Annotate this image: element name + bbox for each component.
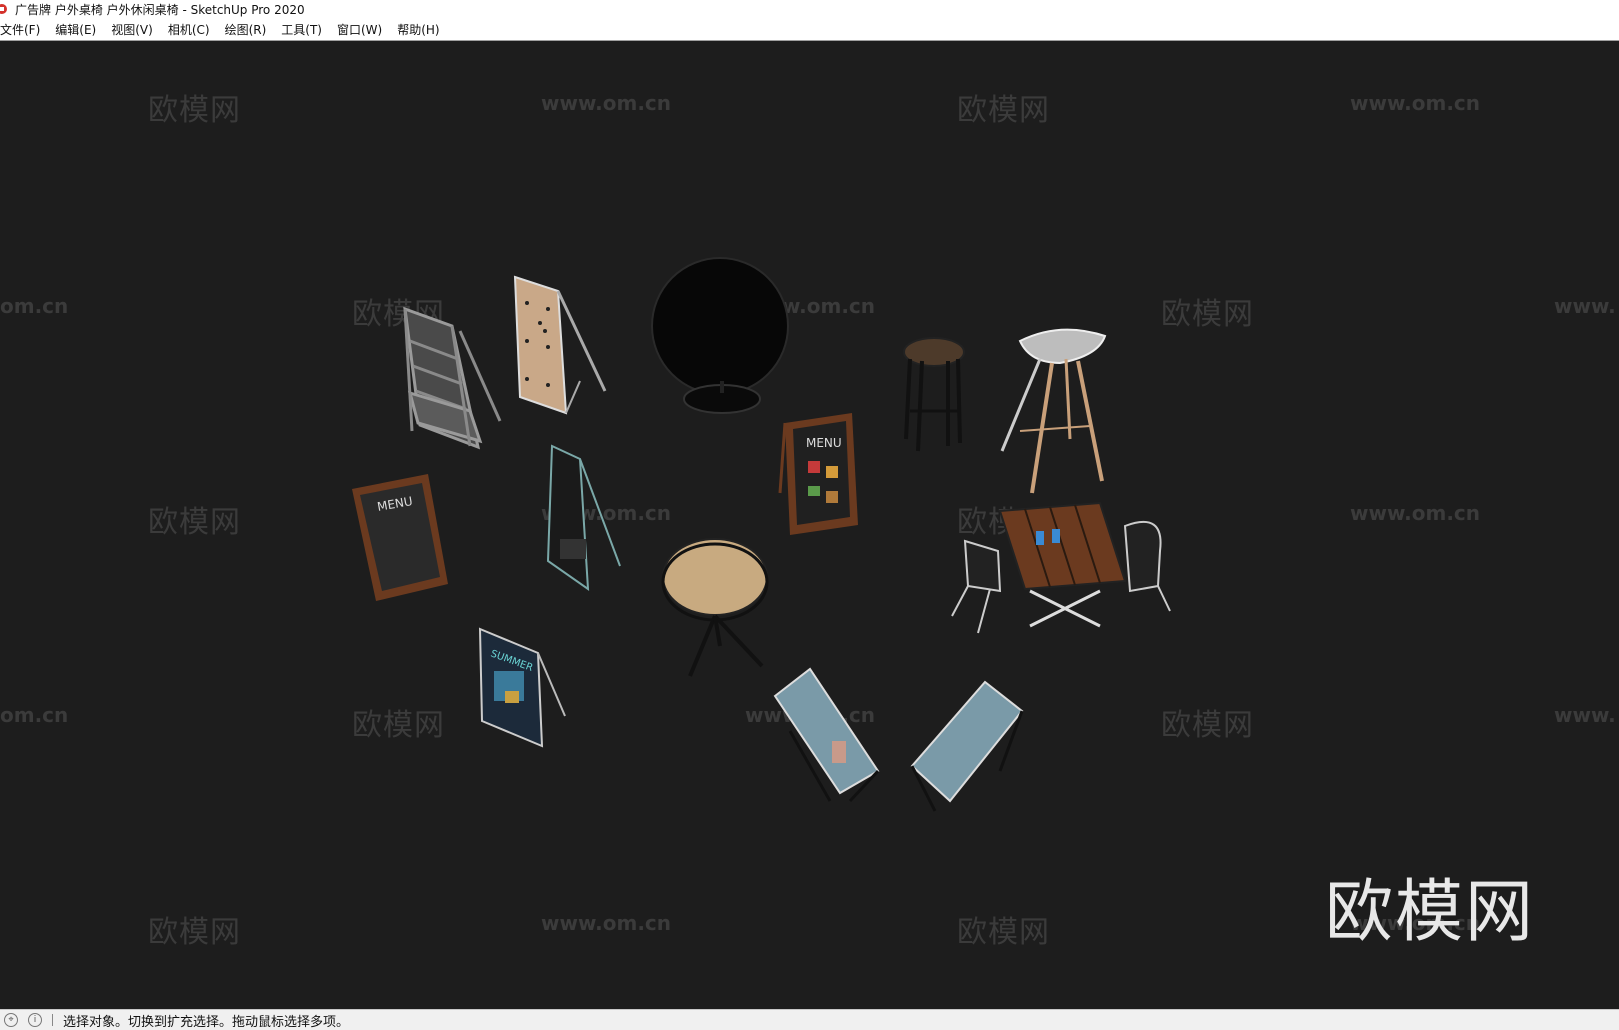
menu-view[interactable]: 视图(V) <box>111 21 160 38</box>
summer-poster-sign[interactable]: SUMMER <box>478 627 566 748</box>
menu-label: MENU <box>806 436 842 450</box>
status-text: 选择对象。切换到扩充选择。拖动鼠标选择多项。 <box>63 1014 350 1030</box>
sketchup-logo-icon <box>0 3 10 15</box>
wicker-bar-stool[interactable] <box>1000 328 1107 494</box>
status-separator <box>52 1014 53 1026</box>
menu-draw[interactable]: 绘图(R) <box>225 21 274 38</box>
info-icon[interactable]: i <box>28 1013 42 1027</box>
menu-chalkboard-sign[interactable]: MENU <box>778 413 858 535</box>
menu-camera[interactable]: 相机(C) <box>168 21 217 38</box>
menu-edit[interactable]: 编辑(E) <box>55 21 103 38</box>
deck-chair-left[interactable] <box>773 667 880 803</box>
egg-chair[interactable] <box>651 257 789 414</box>
glass-display-sign[interactable] <box>546 444 621 592</box>
3d-viewport[interactable]: 欧模网 www.om.cn 欧模网 www.om.cn om.cn 欧模网 ww… <box>0 41 1619 1009</box>
menu-bar: 文件(F) 编辑(E) 视图(V) 相机(C) 绘图(R) 工具(T) 窗口(W… <box>0 18 1619 41</box>
brand-logo: 欧模网 <box>1325 873 1536 952</box>
window-title: 广告牌 户外桌椅 户外休闲桌椅 - SketchUp Pro 2020 <box>15 2 305 17</box>
geo-location-icon[interactable]: ⌖ <box>4 1013 18 1027</box>
round-cafe-table[interactable] <box>661 538 769 677</box>
menu-file[interactable]: 文件(F) <box>0 21 47 38</box>
metal-a-frame-sign[interactable] <box>403 306 502 450</box>
plywood-a-frame-sign[interactable] <box>513 275 607 415</box>
menu-chalkboard-sign-left[interactable]: MENU <box>352 474 448 601</box>
menu-window[interactable]: 窗口(W) <box>337 21 389 38</box>
title-bar: 广告牌 户外桌椅 户外休闲桌椅 - SketchUp Pro 2020 <box>0 0 1619 18</box>
menu-help[interactable]: 帮助(H) <box>397 21 446 38</box>
deck-chair-right[interactable] <box>910 680 1024 812</box>
menu-tools[interactable]: 工具(T) <box>281 21 329 38</box>
wooden-table-with-chairs[interactable] <box>951 501 1171 634</box>
round-bar-stool[interactable] <box>903 337 965 452</box>
status-bar: ⌖ i 选择对象。切换到扩充选择。拖动鼠标选择多项。 <box>0 1009 1619 1030</box>
